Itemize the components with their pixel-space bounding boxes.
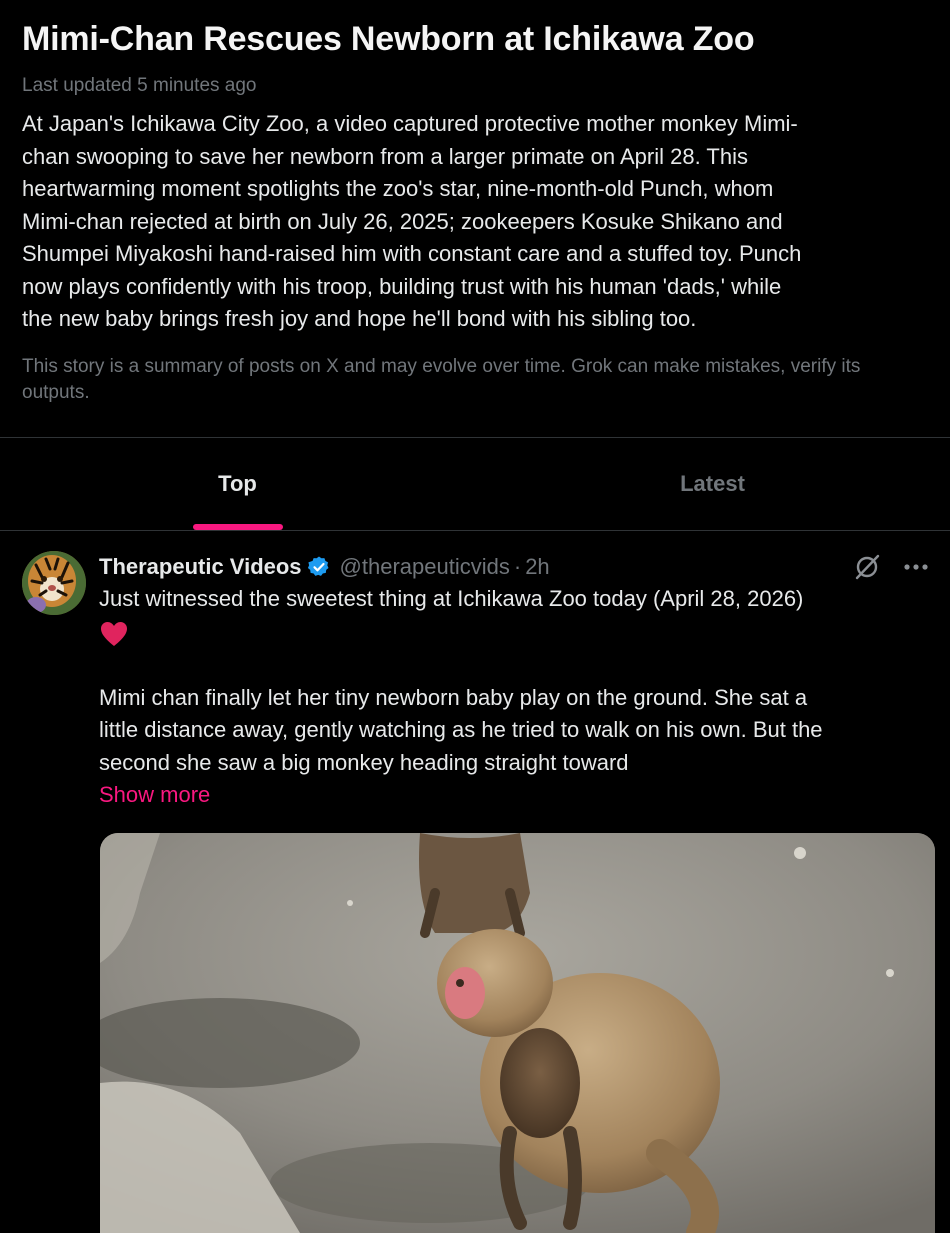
post-line: little distance away, gently watching as… xyxy=(99,717,823,742)
post-media[interactable] xyxy=(100,833,935,1233)
summary-line: now plays confidently with his troop, bu… xyxy=(22,273,782,299)
summary-line: chan swooping to save her newborn from a… xyxy=(22,143,748,169)
more-icon[interactable] xyxy=(903,563,929,571)
post-actions xyxy=(853,553,929,581)
post-line: second she saw a big monkey heading stra… xyxy=(99,749,629,775)
tab-latest[interactable]: Latest xyxy=(475,438,950,530)
post-line: Mimi chan finally let her tiny newborn b… xyxy=(99,684,808,710)
tab-latest-label: Latest xyxy=(680,471,745,496)
post[interactable]: Therapeutic Videos @therapeuticvids · 2h xyxy=(0,531,950,1233)
post-text: Just witnessed the sweetest thing at Ich… xyxy=(99,583,929,811)
verified-icon xyxy=(307,556,329,576)
author-handle[interactable]: @therapeuticvids xyxy=(340,554,510,580)
tab-bar: Top Latest xyxy=(0,438,950,530)
tiger-avatar-image xyxy=(22,551,86,615)
post-time[interactable]: 2h xyxy=(525,554,549,580)
story-summary-text: At Japan's Ichikawa City Zoo, a video ca… xyxy=(22,108,928,336)
monkeys-photo xyxy=(100,833,935,1233)
post-paragraph: Mimi chan finally let her tiny newborn b… xyxy=(99,682,929,780)
heart-icon xyxy=(101,621,127,646)
tab-top-label: Top xyxy=(218,471,257,496)
disclaimer: This story is a summary of posts on X an… xyxy=(22,355,861,403)
post-line: Just witnessed the sweetest thing at Ich… xyxy=(99,586,804,611)
story-title: Mimi-Chan Rescues Newborn at Ichikawa Zo… xyxy=(22,20,755,58)
tab-top[interactable]: Top xyxy=(0,438,475,530)
author-name[interactable]: Therapeutic Videos xyxy=(99,554,302,580)
summary-line: heartwarming moment spotlights the zoo's… xyxy=(22,176,774,201)
post-header: Therapeutic Videos @therapeuticvids · 2h xyxy=(99,551,929,583)
separator: · xyxy=(513,554,522,579)
post-body: Therapeutic Videos @therapeuticvids · 2h xyxy=(99,551,929,811)
show-more-link[interactable]: Show more xyxy=(99,779,929,811)
summary-line: Mimi-chan rejected at birth on July 26, … xyxy=(22,208,783,234)
last-updated: Last updated 5 minutes ago xyxy=(22,75,257,96)
story-summary: Mimi-Chan Rescues Newborn at Ichikawa Zo… xyxy=(0,0,950,406)
avatar[interactable] xyxy=(22,551,86,615)
grok-icon[interactable] xyxy=(853,553,881,581)
summary-line: Shumpei Miyakoshi hand-raised him with c… xyxy=(22,241,802,266)
summary-line: the new baby brings fresh joy and hope h… xyxy=(22,306,697,331)
summary-line: At Japan's Ichikawa City Zoo, a video ca… xyxy=(22,111,798,136)
